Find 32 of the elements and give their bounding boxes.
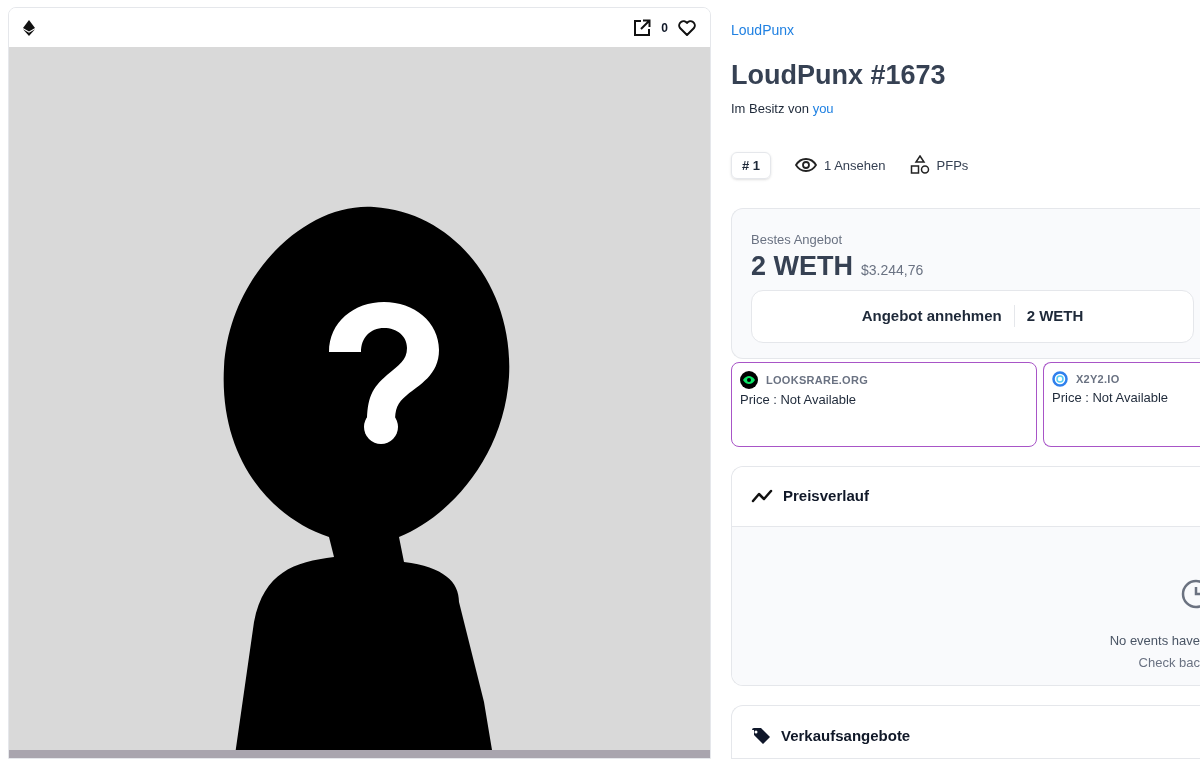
collection-link[interactable]: LoudPunx (731, 20, 795, 41)
marketplace-name: LOOKSRARE.ORG (766, 373, 868, 388)
price-text: Price : Not Available (1052, 389, 1170, 407)
section-title: Preisverlauf (783, 485, 869, 506)
empty-title: No events have (1109, 631, 1200, 650)
marketplace-name: X2Y2.IO (1076, 371, 1120, 387)
rank-badge: # 1 (731, 151, 772, 179)
owner-text: Im Besitz von you (731, 99, 835, 118)
trend-line-icon (751, 489, 773, 503)
price-text: Price : Not Available (740, 390, 858, 409)
marketplace-card[interactable]: LOOKSRARE.ORG Price : Not Available (731, 361, 1037, 447)
offer-fiat: $3.244,76 (861, 260, 924, 280)
like-count: 0 (661, 19, 668, 37)
eye-logo-icon (740, 370, 758, 389)
shapes-icon (909, 155, 930, 176)
views-count: 1 Ansehen (824, 156, 886, 175)
marketplace-card[interactable]: X2Y2.IO Price : Not Available (1043, 361, 1200, 447)
offer-amount: 2 WETH (751, 249, 853, 283)
tag-icon (751, 726, 771, 745)
ring-logo-icon (1052, 371, 1068, 387)
empty-hint: Check bac (1138, 654, 1200, 672)
offer-label: Bestes Angebot (751, 231, 844, 250)
category-label: PFPs (936, 156, 969, 175)
ethereum-icon (23, 19, 35, 36)
accept-offer-button[interactable]: Angebot annehmen 2 WETH (751, 289, 1194, 343)
external-link-icon[interactable] (633, 18, 652, 37)
item-title: LoudPunx #1673 (731, 59, 947, 92)
eye-icon (795, 158, 818, 173)
clock-icon (1180, 578, 1200, 609)
owner-link[interactable]: you (812, 100, 834, 116)
heart-icon[interactable] (678, 19, 696, 36)
section-title: Verkaufsangebote (781, 725, 911, 746)
